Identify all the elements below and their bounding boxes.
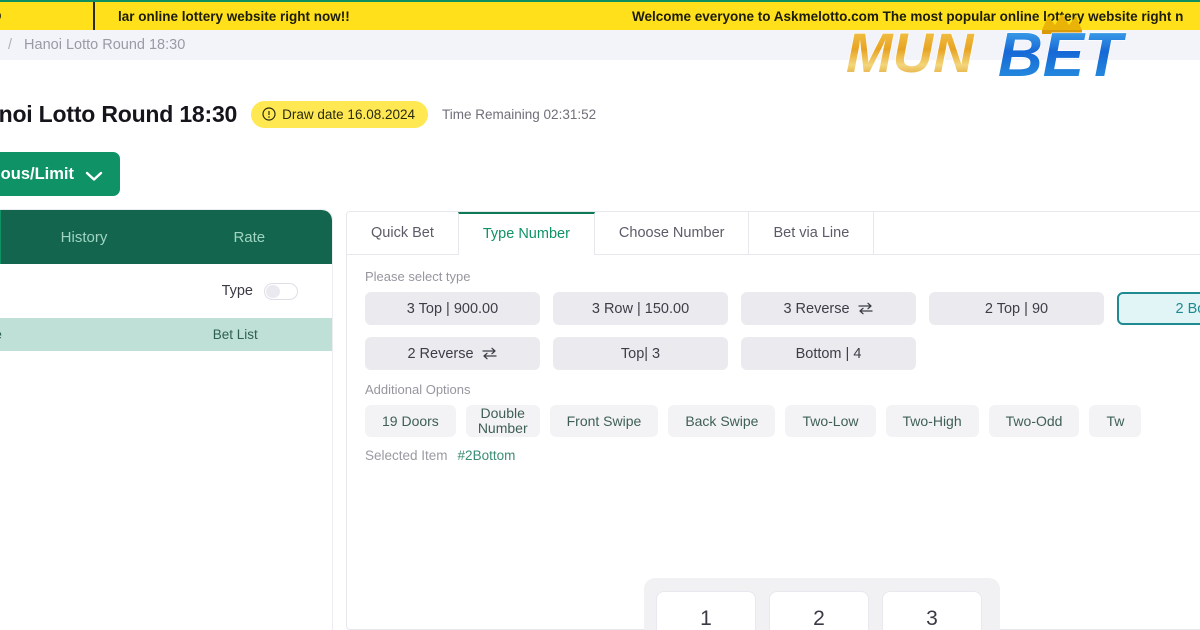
type-toggle-knob xyxy=(266,284,280,298)
type-button-bottom-label: Bottom | 4 xyxy=(795,345,862,362)
column-header-type: Type xyxy=(0,327,139,342)
tab-rate-label: Rate xyxy=(233,228,266,246)
numeric-keypad: 1 2 3 xyxy=(644,578,1000,630)
option-two-even[interactable]: Tw xyxy=(1089,405,1142,437)
option-back-swipe[interactable]: Back Swipe xyxy=(668,405,776,437)
page-title: anoi Lotto Round 18:30 xyxy=(0,100,238,127)
option-19-doors-label: 19 Doors xyxy=(382,412,439,429)
keypad-key-1-label: 1 xyxy=(700,607,712,630)
tab-bet-via-line-label: Bet via Line xyxy=(773,225,850,241)
limit-dropdown-label: nous/Limit xyxy=(0,164,74,183)
tab-choose-number[interactable]: Choose Number xyxy=(594,212,750,254)
option-two-high-label: Two-High xyxy=(902,412,962,429)
breadcrumb: / Hanoi Lotto Round 18:30 xyxy=(0,30,1200,60)
type-button-2-bottom[interactable]: 2 Bottom xyxy=(1117,292,1200,325)
tab-type-number[interactable]: Type Number xyxy=(457,212,595,255)
option-two-odd[interactable]: Two-Odd xyxy=(988,405,1080,437)
type-button-2-top-label: 2 Top | 90 xyxy=(984,300,1049,317)
selected-item-row: Selected Item #2Bottom xyxy=(365,448,1200,463)
type-button-3-reverse-label: 3 Reverse xyxy=(783,300,850,317)
keypad-key-2[interactable]: 2 xyxy=(769,591,869,630)
option-19-doors[interactable]: 19 Doors xyxy=(365,405,456,437)
type-button-3-top-label: 3 Top | 900.00 xyxy=(406,300,499,317)
type-button-3-reverse[interactable]: 3 Reverse xyxy=(741,292,916,325)
option-double-number-line2: Number xyxy=(477,420,528,436)
type-button-bottom[interactable]: Bottom | 4 xyxy=(741,337,916,370)
type-button-top-label: Top| 3 xyxy=(620,345,661,362)
option-two-low[interactable]: Two-Low xyxy=(785,405,876,437)
marquee-left-segment: ment xyxy=(0,2,4,30)
option-two-low-label: Two-Low xyxy=(802,412,859,429)
type-button-2-reverse-label: 2 Reverse xyxy=(407,345,474,362)
info-circle-icon xyxy=(262,107,276,121)
marquee-divider xyxy=(93,2,95,30)
draw-date-badge: Draw date 16.08.2024 xyxy=(251,100,429,128)
tab-quick-bet-label: Quick Bet xyxy=(371,225,434,241)
type-button-top[interactable]: Top| 3 xyxy=(553,337,728,370)
limit-dropdown[interactable]: nous/Limit xyxy=(0,152,120,196)
tab-history-label: History xyxy=(60,228,108,246)
type-toggle-label: Type xyxy=(221,283,253,299)
type-button-3-top[interactable]: 3 Top | 900.00 xyxy=(365,292,540,325)
option-two-even-label: Tw xyxy=(1106,412,1125,429)
marquee-inner: ment lar online lottery website right no… xyxy=(0,2,1200,30)
option-two-high[interactable]: Two-High xyxy=(885,405,979,437)
selected-item-value: #2Bottom xyxy=(457,448,516,463)
type-buttons-row-1: 3 Top | 900.00 3 Row | 150.00 3 Reverse xyxy=(365,292,1200,325)
type-toggle-group[interactable]: Type xyxy=(221,282,298,300)
tab-bet-via-line[interactable]: Bet via Line xyxy=(749,212,875,254)
page-root: ment lar online lottery website right no… xyxy=(0,0,1200,630)
chevron-down-icon xyxy=(84,168,104,181)
option-front-swipe-label: Front Swipe xyxy=(566,412,642,429)
option-back-swipe-label: Back Swipe xyxy=(685,412,759,429)
bet-list-tabs: ist History Rate xyxy=(0,210,332,264)
option-double-number-line1: Double xyxy=(480,404,525,421)
tab-type-number-label: Type Number xyxy=(482,226,570,242)
type-toggle-switch[interactable] xyxy=(264,282,298,300)
type-button-2-reverse[interactable]: 2 Reverse xyxy=(365,337,540,370)
type-button-2-top[interactable]: 2 Top | 90 xyxy=(929,292,1104,325)
option-front-swipe[interactable]: Front Swipe xyxy=(549,405,659,437)
bet-list-column-header: Type Bet List xyxy=(0,318,332,351)
marquee-middle-text: lar online lottery website right now!! xyxy=(118,8,350,24)
column-header-bet-list: Bet List xyxy=(212,327,258,342)
bet-mode-tabs: Quick Bet Type Number Choose Number Bet … xyxy=(347,212,1200,255)
announcement-marquee: ment lar online lottery website right no… xyxy=(0,0,1200,30)
bet-list-panel: ist History Rate s Type Type Bet List xyxy=(0,210,332,630)
type-number-panel: Please select type 3 Top | 900.00 3 Row … xyxy=(347,255,1200,463)
keypad-key-3-label: 3 xyxy=(926,607,938,630)
bet-entry-card: Quick Bet Type Number Choose Number Bet … xyxy=(346,211,1200,630)
tab-rate[interactable]: Rate xyxy=(167,210,332,264)
swap-icon xyxy=(857,302,874,315)
time-remaining: Time Remaining 02:31:52 xyxy=(442,106,597,122)
marquee-right-text: Welcome everyone to Askmelotto.com The m… xyxy=(632,8,1184,24)
tab-choose-number-label: Choose Number xyxy=(618,225,725,241)
bet-list-body xyxy=(0,351,332,630)
option-two-odd-label: Two-Odd xyxy=(1005,412,1063,429)
additional-options-row: 19 Doors Double Number Front Swipe Back … xyxy=(365,405,1200,437)
tab-history[interactable]: History xyxy=(1,210,166,264)
keypad-key-1[interactable]: 1 xyxy=(656,591,756,630)
additional-options-label: Additional Options xyxy=(365,382,471,397)
speaker-icon xyxy=(0,9,4,23)
tab-quick-bet[interactable]: Quick Bet xyxy=(347,212,459,254)
select-type-label: Please select type xyxy=(365,269,471,284)
option-double-number[interactable]: Double Number xyxy=(465,404,540,437)
breadcrumb-separator: / xyxy=(8,37,13,53)
draw-date-label: Draw date 16.08.2024 xyxy=(282,106,416,122)
type-buttons-row-2: 2 Reverse Top| 3 Bottom | 4 xyxy=(365,337,1200,370)
selected-item-label: Selected Item xyxy=(365,448,448,463)
keypad-key-2-label: 2 xyxy=(813,607,825,630)
page-header: anoi Lotto Round 18:30 Draw date 16.08.2… xyxy=(0,96,760,132)
type-button-3-row-label: 3 Row | 150.00 xyxy=(591,300,690,317)
bet-list-toolbar: s Type xyxy=(0,264,332,318)
type-button-3-row[interactable]: 3 Row | 150.00 xyxy=(553,292,728,325)
type-button-2-bottom-label: 2 Bottom xyxy=(1175,300,1200,317)
breadcrumb-current[interactable]: Hanoi Lotto Round 18:30 xyxy=(24,37,185,53)
keypad-key-3[interactable]: 3 xyxy=(882,591,982,630)
swap-icon xyxy=(481,347,498,360)
